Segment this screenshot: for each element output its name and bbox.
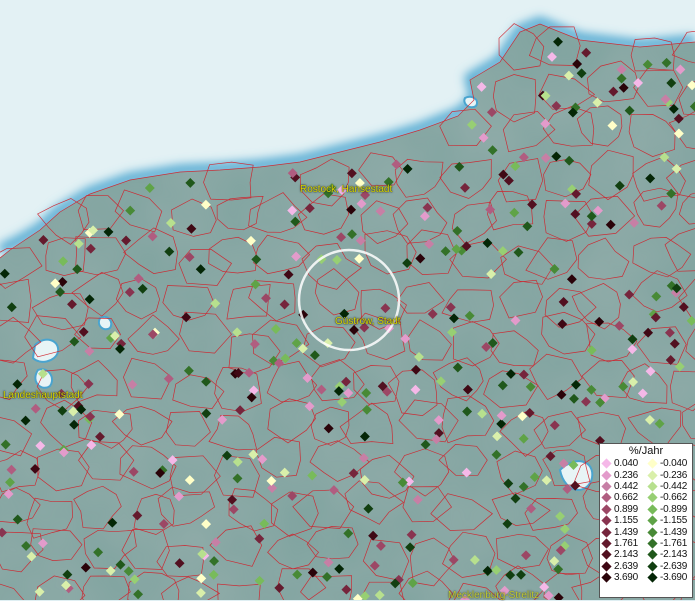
legend-entry: 0.662 [600, 492, 646, 503]
legend-swatch-icon [601, 504, 611, 514]
legend-value: 0.899 [614, 504, 638, 515]
legend-swatch-icon [647, 561, 657, 571]
legend-value: 3.690 [614, 572, 638, 583]
legend-value: -2.639 [660, 561, 687, 572]
legend-swatch-icon [601, 527, 611, 537]
legend-swatch-icon [647, 550, 657, 560]
legend-value: 2.143 [614, 549, 638, 560]
legend-swatch-icon [601, 470, 611, 480]
legend-value: -0.236 [660, 470, 687, 481]
legend-title: %/Jahr [600, 444, 692, 458]
legend-entry: -1.155 [646, 515, 692, 526]
legend: %/Jahr 0.0400.2360.4420.6620.8991.1551.4… [599, 443, 693, 598]
legend-value: -0.899 [660, 504, 687, 515]
legend-entry: 1.155 [600, 515, 646, 526]
legend-swatch-icon [601, 481, 611, 491]
legend-entry: -1.761 [646, 538, 692, 549]
legend-value: -1.155 [660, 515, 687, 526]
legend-swatch-icon [601, 573, 611, 583]
legend-swatch-icon [601, 516, 611, 526]
legend-entry: -0.662 [646, 492, 692, 503]
legend-entry: -0.040 [646, 458, 692, 469]
legend-value: 1.439 [614, 527, 638, 538]
legend-entry: 0.040 [600, 458, 646, 469]
legend-entry: -0.442 [646, 481, 692, 492]
legend-entry: 2.639 [600, 561, 646, 572]
legend-swatch-icon [647, 493, 657, 503]
legend-entry: 2.143 [600, 549, 646, 560]
legend-entry: -1.439 [646, 526, 692, 537]
place-label-mecklenburg: Mecklenburg-Strelitz [448, 590, 539, 601]
legend-swatch-icon [601, 550, 611, 560]
legend-positive-column: 0.0400.2360.4420.6620.8991.1551.4391.761… [600, 458, 646, 583]
legend-swatch-icon [647, 481, 657, 491]
legend-value: 0.442 [614, 481, 638, 492]
legend-swatch-icon [647, 538, 657, 548]
legend-value: 0.236 [614, 470, 638, 481]
legend-entry: 0.899 [600, 504, 646, 515]
legend-value: -0.040 [660, 458, 687, 469]
legend-value: -0.662 [660, 492, 687, 503]
legend-negative-column: -0.040-0.236-0.442-0.662-0.899-1.155-1.4… [646, 458, 692, 583]
legend-value: 0.040 [614, 458, 638, 469]
place-label-rostock: Rostock, Hansestadt [300, 184, 392, 195]
map-canvas[interactable] [0, 0, 695, 600]
legend-value: -2.143 [660, 549, 687, 560]
legend-swatch-icon [647, 516, 657, 526]
legend-value: 1.761 [614, 538, 638, 549]
legend-swatch-icon [647, 504, 657, 514]
legend-value: 0.662 [614, 492, 638, 503]
legend-swatch-icon [647, 573, 657, 583]
legend-entry: -2.639 [646, 561, 692, 572]
legend-value: -3.690 [660, 572, 687, 583]
legend-swatch-icon [647, 470, 657, 480]
legend-entry: -0.899 [646, 504, 692, 515]
legend-entry: -2.143 [646, 549, 692, 560]
legend-entry: -3.690 [646, 572, 692, 583]
legend-swatch-icon [601, 561, 611, 571]
legend-entry: 1.439 [600, 526, 646, 537]
legend-entry: 0.236 [600, 469, 646, 480]
legend-value: 1.155 [614, 515, 638, 526]
place-label-landeshauptstadt: Landeshauptstadt [3, 390, 83, 401]
legend-swatch-icon [647, 459, 657, 469]
legend-value: -1.439 [660, 527, 687, 538]
place-label-guestrow: Güstrow, Stadt [335, 316, 401, 327]
legend-value: 2.639 [614, 561, 638, 572]
legend-value: -1.761 [660, 538, 687, 549]
legend-entry: -0.236 [646, 469, 692, 480]
legend-swatch-icon [601, 459, 611, 469]
legend-entry: 1.761 [600, 538, 646, 549]
legend-value: -0.442 [660, 481, 687, 492]
legend-entry: 0.442 [600, 481, 646, 492]
legend-swatch-icon [647, 527, 657, 537]
legend-swatch-icon [601, 538, 611, 548]
legend-swatch-icon [601, 493, 611, 503]
legend-entry: 3.690 [600, 572, 646, 583]
